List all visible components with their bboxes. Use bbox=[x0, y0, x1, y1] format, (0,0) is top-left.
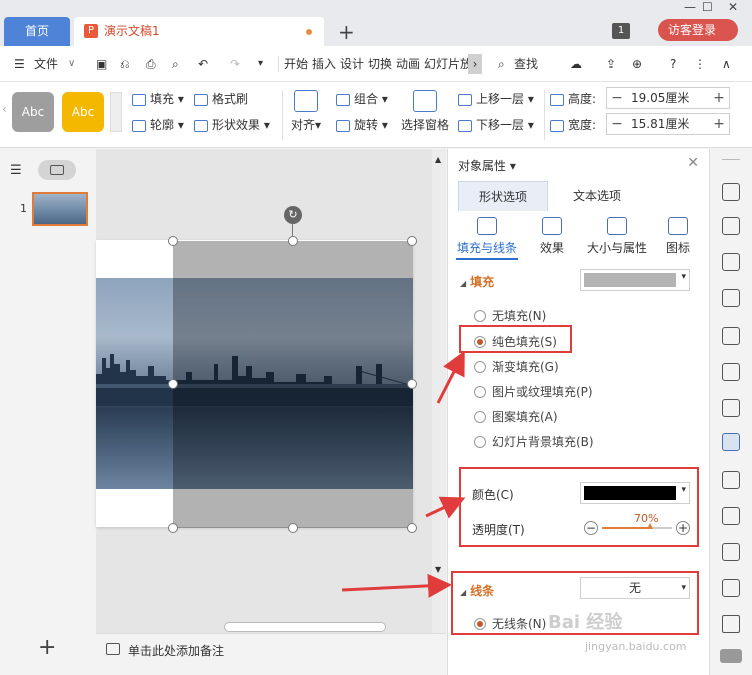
right-icon-toolbar bbox=[709, 149, 752, 675]
baidu-watermark: Bai 经验 bbox=[548, 612, 623, 633]
pin-icon[interactable] bbox=[722, 183, 740, 201]
chart-icon[interactable] bbox=[722, 399, 740, 417]
grid-icon[interactable] bbox=[722, 363, 740, 381]
image-edit-icon[interactable] bbox=[722, 471, 740, 489]
properties-icon[interactable] bbox=[722, 433, 740, 451]
picture-icon[interactable] bbox=[722, 579, 740, 597]
annotation-arrows bbox=[341, 350, 466, 598]
archive-icon[interactable] bbox=[722, 543, 740, 561]
copy-icon[interactable] bbox=[722, 217, 740, 235]
collapse-toolbar-icon[interactable] bbox=[720, 649, 742, 663]
layers-icon[interactable] bbox=[722, 289, 740, 307]
shape-icon[interactable] bbox=[722, 253, 740, 271]
audio-icon[interactable] bbox=[722, 615, 740, 633]
table-icon[interactable] bbox=[722, 327, 740, 345]
export-icon[interactable] bbox=[722, 507, 740, 525]
baidu-watermark-url: jingyan.baidu.com bbox=[585, 640, 687, 653]
